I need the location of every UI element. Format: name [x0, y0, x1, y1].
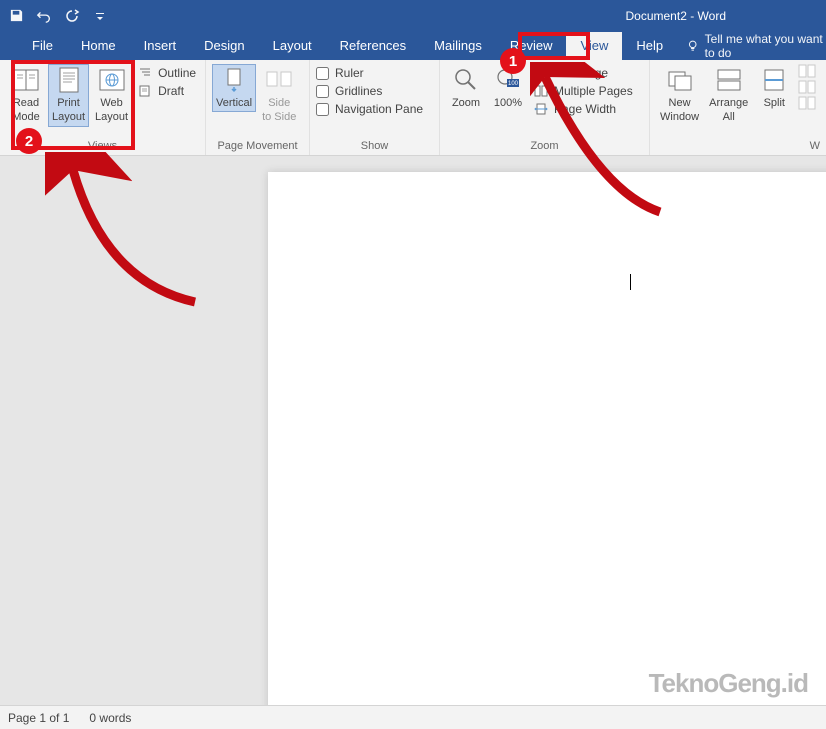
web-layout-icon: [98, 66, 126, 94]
sync-scroll-icon[interactable]: [798, 80, 816, 94]
side-to-side-button[interactable]: Side to Side: [258, 64, 300, 127]
draft-button[interactable]: Draft: [138, 84, 196, 98]
arrange-all-button[interactable]: Arrange All: [705, 64, 752, 127]
lightbulb-icon: [687, 39, 698, 53]
reset-window-icon[interactable]: [798, 96, 816, 110]
tab-view[interactable]: View: [566, 32, 622, 60]
tab-insert[interactable]: Insert: [130, 32, 191, 60]
outline-button[interactable]: Outline: [138, 66, 196, 80]
group-show: Ruler Gridlines Navigation Pane Show: [310, 60, 440, 155]
multiple-pages-button[interactable]: Multiple Pages: [534, 84, 633, 98]
status-bar: Page 1 of 1 0 words: [0, 705, 826, 729]
tab-references[interactable]: References: [326, 32, 420, 60]
arrange-all-icon: [715, 66, 743, 94]
ribbon: Read Mode Print Layout Web Layout Outlin…: [0, 60, 826, 156]
word-count[interactable]: 0 words: [89, 711, 131, 725]
read-mode-button[interactable]: Read Mode: [6, 64, 46, 127]
split-icon: [760, 66, 788, 94]
tell-me-search[interactable]: Tell me what you want to do: [687, 32, 826, 60]
svg-text:100: 100: [508, 81, 519, 87]
tab-design[interactable]: Design: [190, 32, 258, 60]
zoom-icon: [452, 66, 480, 94]
web-layout-button[interactable]: Web Layout: [91, 64, 132, 127]
text-cursor: [630, 274, 631, 290]
vertical-button[interactable]: Vertical: [212, 64, 256, 112]
tab-home[interactable]: Home: [67, 32, 130, 60]
group-views: Read Mode Print Layout Web Layout Outlin…: [0, 60, 206, 155]
redo-icon[interactable]: [64, 8, 80, 24]
one-page-icon: [534, 67, 548, 79]
group-window-label: W: [650, 140, 826, 155]
document-page[interactable]: [268, 172, 826, 705]
multi-page-icon: [534, 85, 548, 97]
tab-mailings[interactable]: Mailings: [420, 32, 496, 60]
print-layout-icon: [55, 66, 83, 94]
tab-file[interactable]: File: [18, 32, 67, 60]
gridlines-checkbox[interactable]: Gridlines: [316, 84, 423, 98]
document-workspace[interactable]: [0, 156, 826, 705]
group-window: New Window Arrange All Split W: [650, 60, 826, 155]
ruler-checkbox[interactable]: Ruler: [316, 66, 423, 80]
tab-review[interactable]: Review: [496, 32, 567, 60]
navigation-pane-checkbox[interactable]: Navigation Pane: [316, 102, 423, 116]
group-show-label: Show: [310, 140, 439, 155]
vertical-icon: [220, 66, 248, 94]
watermark: TeknoGeng.id: [649, 668, 808, 699]
group-page-movement: Vertical Side to Side Page Movement: [206, 60, 310, 155]
split-button[interactable]: Split: [754, 64, 794, 112]
group-views-label: Views: [0, 140, 205, 155]
side-to-side-icon: [265, 66, 293, 94]
save-icon[interactable]: [8, 8, 24, 24]
quick-access-toolbar: [8, 8, 108, 24]
tab-layout[interactable]: Layout: [259, 32, 326, 60]
group-zoom-label: Zoom: [440, 140, 649, 155]
page-width-button[interactable]: Page Width: [534, 102, 633, 116]
tab-help[interactable]: Help: [622, 32, 677, 60]
hundred-percent-button[interactable]: 100 100%: [488, 64, 528, 112]
new-window-button[interactable]: New Window: [656, 64, 703, 127]
zoom-button[interactable]: Zoom: [446, 64, 486, 112]
ribbon-tabs: File Home Insert Design Layout Reference…: [0, 31, 826, 60]
print-layout-button[interactable]: Print Layout: [48, 64, 89, 127]
customize-qat-icon[interactable]: [92, 8, 108, 24]
page-width-icon: [534, 103, 548, 115]
undo-icon[interactable]: [36, 8, 52, 24]
one-page-button[interactable]: One Page: [534, 66, 633, 80]
outline-icon: [138, 67, 152, 79]
group-zoom: Zoom 100 100% One Page Multiple Pages Pa…: [440, 60, 650, 155]
draft-icon: [138, 85, 152, 97]
group-page-movement-label: Page Movement: [206, 140, 309, 155]
title-bar: Document2 - Word: [0, 0, 826, 31]
read-mode-icon: [12, 66, 40, 94]
hundred-percent-icon: 100: [494, 66, 522, 94]
new-window-icon: [666, 66, 694, 94]
window-title: Document2 - Word: [626, 9, 727, 23]
page-status[interactable]: Page 1 of 1: [8, 711, 69, 725]
view-side-icon[interactable]: [798, 64, 816, 78]
